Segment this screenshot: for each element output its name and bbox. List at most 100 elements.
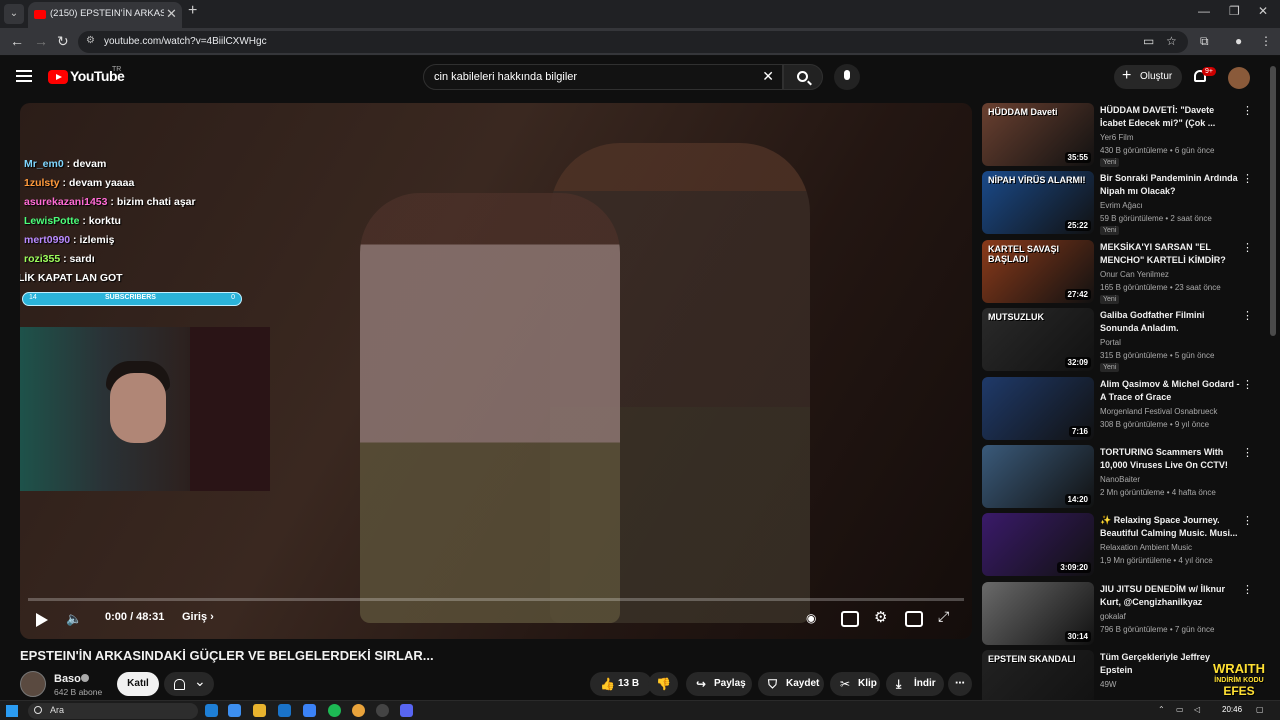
recommended-video[interactable]: 3:09:20 ✨ Relaxing Space Journey. Beautif…: [982, 513, 1253, 577]
more-options-icon[interactable]: ⋮: [1242, 104, 1253, 117]
cast-icon[interactable]: ▭: [1143, 34, 1154, 48]
recommended-title[interactable]: Bir Sonraki Pandeminin Ardında Nipah mı …: [1100, 172, 1240, 198]
recommended-title[interactable]: ✨ Relaxing Space Journey. Beautiful Calm…: [1100, 514, 1240, 540]
spotify-icon[interactable]: [328, 704, 341, 717]
recommended-video[interactable]: 7:16 Alim Qasimov & Michel Godard - A Tra…: [982, 376, 1253, 441]
browser-tab-active[interactable]: (2150) EPSTEIN'İN ARKASINDAKİ ✕: [28, 2, 182, 28]
recommended-title[interactable]: TORTURING Scammers With 10,000 Viruses L…: [1100, 446, 1240, 472]
video-thumbnail[interactable]: HÜDDAM Daveti 35:55: [982, 103, 1094, 166]
recommended-video[interactable]: NİPAH VİRÜS ALARMI! 25:22 Bir Sonraki Pand…: [982, 171, 1253, 236]
video-player[interactable]: Mr_em0 : devam 1zulsty : devam yaaaa asure…: [20, 103, 972, 639]
create-button[interactable]: + Oluştur: [1114, 65, 1182, 89]
tray-chevron-icon[interactable]: ⌃: [1158, 705, 1165, 714]
taskbar-clock[interactable]: 20:46: [1222, 705, 1242, 714]
recommended-channel[interactable]: Evrim Ağacı: [1100, 201, 1143, 210]
recommended-title[interactable]: Alim Qasimov & Michel Godard - A Trace o…: [1100, 378, 1240, 404]
recommended-title[interactable]: HÜDDAM DAVETİ: "Davete İcabet Edecek mi?…: [1100, 104, 1240, 130]
more-options-icon[interactable]: ⋮: [1242, 583, 1253, 596]
recommended-video[interactable]: 30:14 JIU JITSU DENEDİM w/ İlknur Kurt, @…: [982, 581, 1253, 646]
copilot-icon[interactable]: [228, 704, 241, 717]
video-thumbnail[interactable]: 7:16: [982, 376, 1094, 440]
reload-icon[interactable]: ↻: [57, 33, 69, 50]
obs-icon[interactable]: [376, 704, 389, 717]
more-actions-icon[interactable]: ⋯: [948, 672, 972, 696]
play-icon[interactable]: [36, 613, 48, 627]
subtitles-icon[interactable]: [841, 611, 859, 627]
file-explorer-icon[interactable]: [253, 704, 266, 717]
more-options-icon[interactable]: ⋮: [1242, 446, 1253, 459]
minimize-icon[interactable]: —: [1198, 4, 1210, 18]
settings-gear-icon[interactable]: ⚙: [874, 608, 887, 626]
video-thumbnail[interactable]: 14:20: [982, 445, 1094, 508]
like-button[interactable]: 👍 13 B: [590, 672, 652, 696]
miniplayer-icon[interactable]: [905, 611, 923, 627]
recommended-video[interactable]: MUTSUZLUK 32:09 Galiba Godfather Filmini S…: [982, 308, 1253, 373]
download-button[interactable]: ⤓ İndir: [886, 672, 944, 696]
edge-icon[interactable]: [205, 704, 218, 717]
site-info-icon[interactable]: ⚙: [86, 35, 95, 46]
start-icon[interactable]: [6, 705, 18, 717]
network-icon[interactable]: ▭: [1176, 705, 1184, 714]
youtube-logo-icon[interactable]: [48, 70, 68, 84]
save-button[interactable]: ⛉ Kaydet: [758, 672, 824, 696]
channel-avatar[interactable]: [20, 671, 46, 697]
recommended-title[interactable]: MEKSİKA'YI SARSAN "EL MENCHO" KARTELİ Kİ…: [1100, 241, 1240, 267]
more-options-icon[interactable]: ⋮: [1242, 378, 1253, 391]
url-field[interactable]: ⚙ youtube.com/watch?v=4BiilCXWHgc: [78, 31, 1188, 53]
bookmark-star-icon[interactable]: ☆: [1166, 34, 1177, 48]
more-options-icon[interactable]: ⋮: [1242, 309, 1253, 322]
window-close-icon[interactable]: ✕: [1258, 4, 1268, 18]
restore-icon[interactable]: ❐: [1229, 4, 1240, 18]
store-icon[interactable]: [303, 704, 316, 717]
clear-search-icon[interactable]: ✕: [762, 68, 774, 85]
tab-close-icon[interactable]: ✕: [166, 6, 177, 22]
browser-menu-icon[interactable]: ⋮: [1260, 34, 1272, 48]
recommended-channel[interactable]: Relaxation Ambient Music: [1100, 543, 1192, 552]
recommended-channel[interactable]: Morgenland Festival Osnabrueck: [1100, 407, 1217, 416]
share-button[interactable]: ↪ Paylaş: [686, 672, 752, 696]
volume-icon[interactable]: 🔈: [66, 611, 82, 627]
search-input[interactable]: cin kabileleri hakkında bilgiler ✕: [423, 64, 783, 90]
voice-search-icon[interactable]: [834, 64, 860, 90]
search-button[interactable]: [783, 64, 823, 90]
new-tab-icon[interactable]: +: [188, 2, 197, 20]
video-thumbnail[interactable]: 30:14: [982, 581, 1094, 645]
recommended-channel[interactable]: Onur Can Yenilmez: [1100, 270, 1169, 279]
menu-icon[interactable]: [16, 70, 32, 82]
video-thumbnail[interactable]: MUTSUZLUK 32:09: [982, 308, 1094, 372]
fullscreen-icon[interactable]: ⤢: [938, 608, 949, 625]
recommended-channel[interactable]: Yer6 Film: [1100, 133, 1134, 142]
dislike-button[interactable]: 👎: [648, 672, 678, 696]
video-thumbnail[interactable]: NİPAH VİRÜS ALARMI! 25:22: [982, 171, 1094, 235]
recommended-title[interactable]: Galiba Godfather Filmini Sonunda Anladım…: [1100, 309, 1240, 335]
channel-name[interactable]: Baso: [54, 673, 81, 685]
recommended-channel[interactable]: Portal: [1100, 338, 1121, 347]
clip-button[interactable]: ✂ Klip: [830, 672, 880, 696]
forward-icon[interactable]: →: [34, 33, 48, 49]
video-thumbnail[interactable]: 3:09:20: [982, 513, 1094, 577]
chapter-button[interactable]: Giriş ›: [182, 611, 214, 623]
recommended-video[interactable]: HÜDDAM Daveti 35:55 HÜDDAM DAVETİ: "Davete…: [982, 103, 1253, 167]
more-options-icon[interactable]: ⋮: [1242, 172, 1253, 185]
tab-search-icon[interactable]: ⌄: [4, 4, 24, 24]
more-options-icon[interactable]: ⋮: [1242, 514, 1253, 527]
page-scrollbar[interactable]: [1270, 66, 1276, 336]
recommended-channel[interactable]: gokalaf: [1100, 612, 1126, 621]
recommended-video[interactable]: KARTEL SAVAŞI BAŞLADI 27:42 MEKSİKA'YI SAR…: [982, 239, 1253, 304]
recommended-channel[interactable]: NanoBaiter: [1100, 475, 1140, 484]
video-thumbnail[interactable]: KARTEL SAVAŞI BAŞLADI 27:42: [982, 239, 1094, 303]
subscription-bell-button[interactable]: [164, 672, 214, 696]
more-options-icon[interactable]: ⋮: [1242, 241, 1253, 254]
taskbar-search-input[interactable]: Ara: [28, 703, 198, 719]
notifications-tray-icon[interactable]: ▢: [1256, 705, 1264, 714]
volume-tray-icon[interactable]: ◁: [1194, 705, 1200, 714]
discord-icon[interactable]: [400, 704, 413, 717]
chrome-icon[interactable]: [352, 704, 365, 717]
join-button[interactable]: Katıl: [117, 672, 159, 696]
profile-icon[interactable]: ●: [1235, 34, 1242, 48]
recommended-video[interactable]: 14:20 TORTURING Scammers With 10,000 Viru…: [982, 445, 1253, 509]
back-icon[interactable]: ←: [10, 33, 24, 49]
account-avatar[interactable]: [1228, 67, 1250, 89]
recommended-title[interactable]: JIU JITSU DENEDİM w/ İlknur Kurt, @Cengi…: [1100, 583, 1240, 609]
extensions-icon[interactable]: ⧉: [1200, 34, 1209, 49]
